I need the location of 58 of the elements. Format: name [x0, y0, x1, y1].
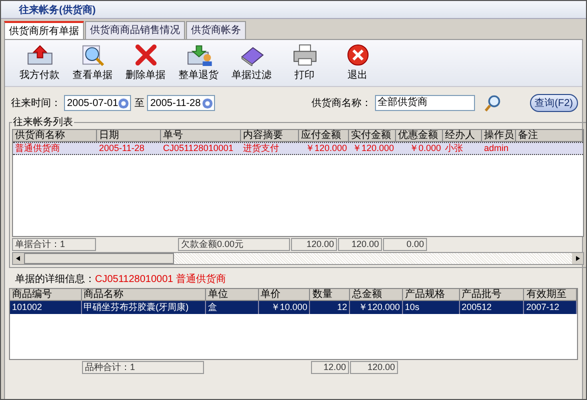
bill-count: 单据合计：1 — [12, 238, 96, 251]
upload-tray-icon — [26, 44, 54, 66]
spin-icon — [202, 98, 212, 108]
date-field[interactable]: 2005-07-01 — [64, 95, 132, 111]
table-cell: 甲硝坐芬布芬胶囊(牙周康) — [82, 301, 206, 314]
date-label: 往来时间： — [11, 96, 61, 110]
toolbar-button[interactable]: 删除单据 — [119, 44, 172, 82]
table-cell: ￥120.000 — [350, 301, 403, 314]
group-title: 往来帐务列表 — [12, 116, 74, 129]
to-label: 至 — [134, 97, 144, 110]
toolbar-button[interactable]: 查看单据 — [66, 44, 119, 82]
discount-total: 0.00 — [383, 238, 427, 251]
table-row[interactable]: 普通供货商 2005-11-28 CJ051128010001 进货支付 ￥120.000 ￥120.000 ￥0.000 小张 admin — [13, 142, 583, 155]
query-button[interactable]: 查询(F2) — [530, 94, 578, 112]
table-cell: ￥10.000 — [258, 301, 310, 314]
payable-total: 120.00 — [291, 238, 337, 251]
item-count: 品种合计：1 — [82, 361, 204, 374]
toolbar-button[interactable]: 整单退货 — [172, 44, 225, 82]
table-cell: 101002 — [10, 301, 82, 314]
tab[interactable]: 供货商所有单据 — [4, 21, 84, 39]
tray-person-icon — [184, 44, 212, 66]
table-cell: 盒 — [206, 301, 259, 314]
table-cell: 200512 — [460, 301, 524, 314]
scroll-thumb[interactable] — [24, 253, 174, 264]
debt-amount: 欠款金额0.00元 — [178, 238, 290, 251]
table-row[interactable]: 101002 甲硝坐芬布芬胶囊(牙周康) 盒 ￥10.000 12 ￥120.000 10s 200512 2007-12 — [10, 301, 577, 314]
table-cell-text: ￥120.000 — [304, 143, 348, 154]
table-cell-text: ￥120.000 — [351, 143, 395, 154]
scroll-left-icon[interactable] — [13, 253, 24, 264]
supplier-field[interactable]: 全部供货商 — [374, 95, 475, 111]
paid-total: 120.00 — [338, 238, 382, 251]
tab[interactable]: 供货商帐务 — [186, 21, 246, 39]
tab[interactable]: 供货商商品销售情况 — [85, 21, 185, 39]
table-cell-text: 小张 — [444, 143, 464, 154]
scroll-right-icon[interactable] — [572, 253, 583, 264]
table-cell-text: 2005-11-28 — [98, 143, 146, 154]
window-title: 往来帐务(供货商) — [19, 3, 96, 16]
table-cell-text: 普通供货商 — [14, 143, 61, 154]
table-cell-text: 进货支付 — [242, 143, 280, 154]
table-cell-text: admin — [483, 143, 510, 154]
detail-info: 单据的详细信息：CJ051128010001 普通供货商 — [14, 272, 227, 287]
table-cell-text: CJ051128010001 — [162, 143, 234, 154]
quantity-total: 12.00 — [311, 361, 349, 374]
toolbar-button[interactable]: 退出 — [331, 44, 384, 82]
printer-icon — [290, 44, 318, 66]
horizontal-scrollbar[interactable] — [12, 252, 584, 265]
toolbar-button[interactable]: 我方付款 — [13, 44, 66, 82]
supplier-label: 供货商名称： — [312, 96, 372, 110]
search-icon[interactable] — [484, 94, 501, 112]
toolbar-button[interactable]: 打印 — [278, 44, 331, 82]
spin-icon — [118, 98, 130, 108]
table-cell-text: ￥0.000 — [408, 143, 442, 154]
table-cell: 10s — [402, 301, 460, 314]
date-field[interactable]: 2005-11-28 — [147, 95, 214, 111]
table-cell: 12 — [310, 301, 350, 314]
table-cell: 2007-12 — [524, 301, 577, 314]
toolbar-button[interactable]: 单据过滤 — [225, 44, 278, 82]
amount-total: 120.00 — [350, 361, 398, 374]
